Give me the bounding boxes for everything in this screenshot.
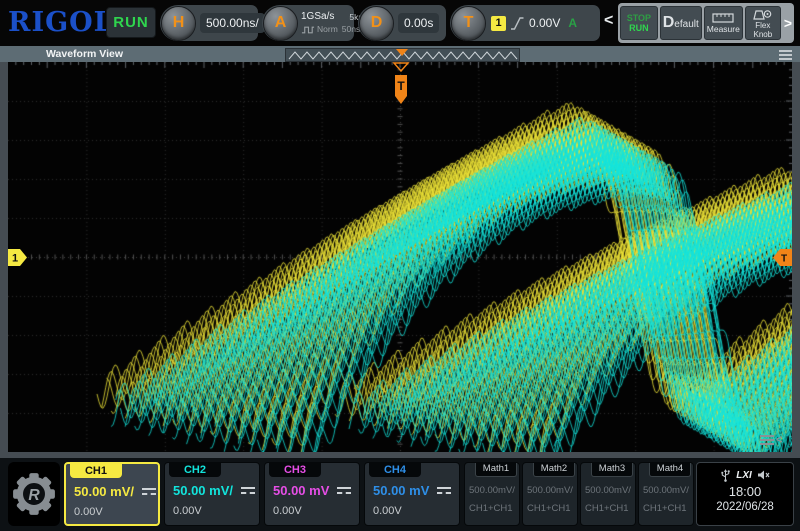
channel-ch3-tile[interactable]: CH3 50.00 mV 0.00V [264, 462, 360, 526]
usb-icon [720, 468, 731, 483]
math1-tab[interactable]: Math1 [475, 463, 517, 477]
svg-text:T: T [397, 79, 405, 93]
trigger-level-value[interactable]: 0.00V [529, 16, 560, 30]
math3-tab[interactable]: Math3 [591, 463, 633, 477]
grid-slide-menu-icon[interactable]: < [760, 435, 782, 445]
math2-scale: 500.00mV/ [527, 485, 573, 496]
titlebar-menu-icon[interactable] [779, 50, 792, 60]
ch1-scale-value: 50.00 mV/ [74, 484, 134, 499]
stop-run-button[interactable]: STOP RUN [620, 6, 658, 40]
math1-scale: 500.00mV/ [469, 485, 515, 496]
math3-expression: CH1+CH1 [585, 503, 629, 514]
svg-text:1: 1 [12, 253, 18, 265]
waveform-view-panel: Waveform View T 1 T < [0, 46, 800, 458]
horizontal-scale-control[interactable]: H 500.00ns/ [160, 5, 258, 41]
horizontal-knob[interactable]: H [161, 6, 196, 41]
stop-label: STOP [627, 13, 651, 23]
channel-ch1-tile[interactable]: CH1 50.00 mV/ 0.00V [64, 462, 160, 526]
acquisition-knob[interactable]: A [263, 6, 298, 41]
svg-text:T: T [781, 254, 787, 265]
dc-coupling-icon [142, 488, 156, 495]
channel-ch2-tile[interactable]: CH2 50.00 mV/ 0.00V [164, 462, 260, 526]
rigol-logo: RIGOL [8, 7, 114, 38]
ch4-scale-value: 50.00 mV [373, 483, 429, 498]
gear-icon: R [11, 471, 57, 517]
channel-ch3-tab[interactable]: CH3 [269, 463, 321, 477]
overview-trigger-marker [396, 49, 408, 56]
rising-edge-icon [510, 16, 524, 31]
trigger-knob[interactable]: T [451, 6, 486, 41]
waveform-overview-strip[interactable] [285, 48, 520, 62]
math4-tab[interactable]: Math4 [649, 463, 691, 477]
dc-coupling-icon [437, 487, 451, 494]
ch3-offset-value: 0.00V [273, 505, 302, 517]
quick-access-panel: STOP RUN Default Measure Flex Knob > [618, 3, 794, 43]
waveform-view-title: Waveform View [46, 46, 123, 62]
delay-value[interactable]: 0.00s [398, 13, 439, 33]
horizontal-scale-value[interactable]: 500.00ns/ [200, 13, 265, 33]
clock-time: 18:00 [697, 484, 793, 499]
waveform-view-titlebar[interactable]: Waveform View [0, 46, 800, 62]
ch3-scale-value: 50.00 mV [273, 483, 329, 498]
run-label: RUN [629, 23, 649, 33]
top-toolbar: RIGOL RUN H 500.00ns/ A 1GSa/s Norm 5kpt… [0, 0, 800, 46]
measure-label: Measure [707, 24, 740, 34]
math1-expression: CH1+CH1 [469, 503, 513, 514]
trigger-sweep-mode: A [568, 16, 577, 30]
math2-tab[interactable]: Math2 [533, 463, 575, 477]
bottom-status-bar: R CH1 50.00 mV/ 0.00V CH2 50.00 mV/ 0.00… [0, 458, 800, 531]
oscilloscope-screen: RIGOL RUN H 500.00ns/ A 1GSa/s Norm 5kpt… [0, 0, 800, 531]
waveform-display[interactable] [8, 62, 792, 452]
system-status-tile[interactable]: LXI 18:00 2022/06/28 [696, 462, 794, 526]
toolbar-next-chevron[interactable]: > [784, 15, 792, 31]
knob-icon [752, 8, 773, 20]
trigger-source-badge[interactable]: 1 [491, 16, 506, 31]
ruler-icon [712, 13, 734, 23]
speaker-muted-icon [757, 469, 770, 481]
run-status-button[interactable]: RUN [106, 7, 156, 38]
math2-tile[interactable]: Math2 500.00mV/ CH1+CH1 [522, 462, 578, 526]
ch2-offset-value: 0.00V [173, 505, 202, 517]
lxi-label: LXI [736, 470, 752, 481]
trigger-level-marker[interactable]: T [772, 249, 792, 266]
acquisition-mode: Norm [317, 24, 338, 34]
math3-scale: 500.00mV/ [585, 485, 631, 496]
acquisition-control[interactable]: A 1GSa/s Norm 5kpts 50ns/pt [262, 5, 354, 41]
channel-ch4-tab[interactable]: CH4 [369, 463, 421, 477]
ch2-scale-value: 50.00 mV/ [173, 483, 233, 498]
math4-tile[interactable]: Math4 500.00mV/ CH1+CH1 [638, 462, 694, 526]
channel-ch2-tab[interactable]: CH2 [169, 463, 221, 477]
delay-knob[interactable]: D [359, 6, 394, 41]
channel1-ground-marker[interactable]: 1 [8, 249, 28, 266]
math2-expression: CH1+CH1 [527, 503, 571, 514]
ch1-offset-value: 0.00V [74, 506, 103, 518]
trigger-position-flag[interactable]: T [392, 62, 410, 108]
delay-control[interactable]: D 0.00s [358, 5, 446, 41]
rigol-gear-logo[interactable]: R [8, 462, 60, 526]
flex-knob-button[interactable]: Flex Knob [745, 6, 781, 40]
svg-text:R: R [28, 487, 40, 504]
clock-date: 2022/06/28 [697, 501, 793, 513]
channel-ch1-tab[interactable]: CH1 [70, 464, 122, 478]
sample-rate: 1GSa/s [301, 12, 338, 22]
ch4-offset-value: 0.00V [373, 505, 402, 517]
square-wave-icon [301, 25, 315, 34]
default-label: Default [663, 14, 699, 32]
dc-coupling-icon [241, 487, 255, 494]
math4-scale: 500.00mV/ [643, 485, 689, 496]
math1-tile[interactable]: Math1 500.00mV/ CH1+CH1 [464, 462, 520, 526]
math4-expression: CH1+CH1 [643, 503, 687, 514]
math3-tile[interactable]: Math3 500.00mV/ CH1+CH1 [580, 462, 636, 526]
flex-knob-label: Flex Knob [748, 21, 778, 39]
toolbar-prev-chevron[interactable]: < [604, 12, 613, 30]
trigger-control[interactable]: T 1 0.00V A [450, 5, 600, 41]
channel-ch4-tile[interactable]: CH4 50.00 mV 0.00V [364, 462, 460, 526]
dc-coupling-icon [337, 487, 351, 494]
measure-button[interactable]: Measure [704, 6, 743, 40]
default-button[interactable]: Default [660, 6, 702, 40]
